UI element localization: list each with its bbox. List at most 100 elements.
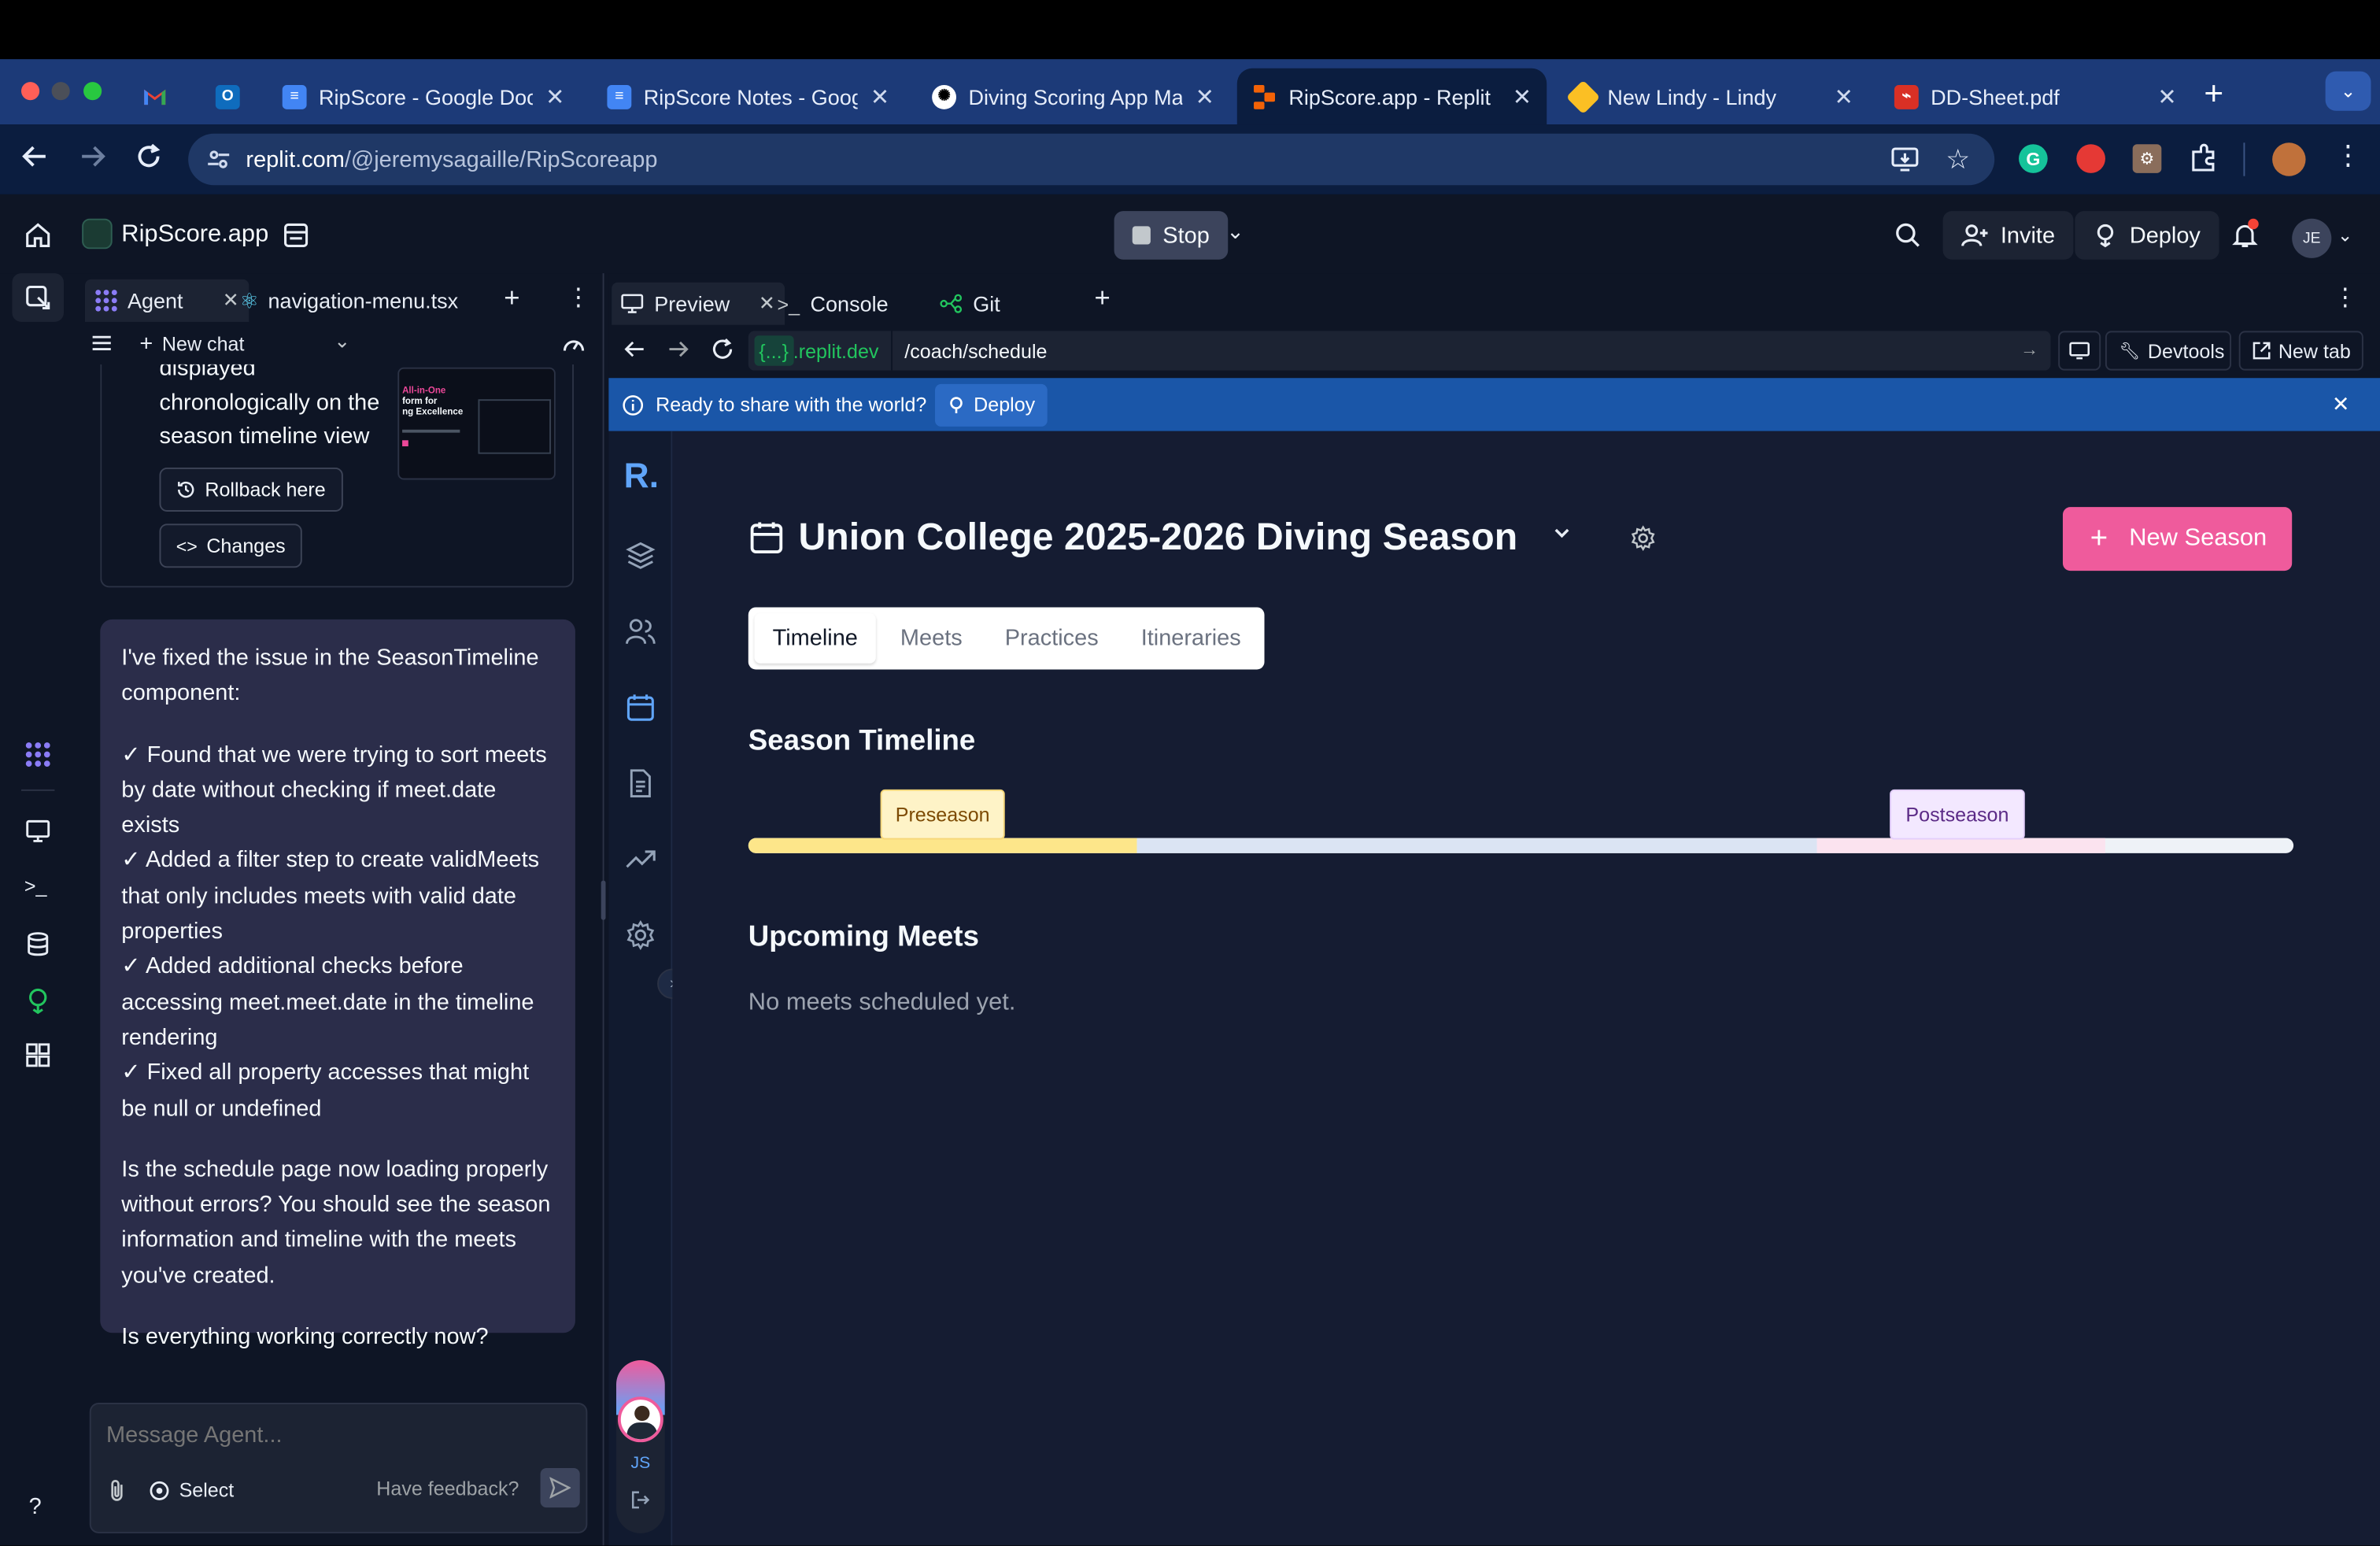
tab-outlook[interactable]: O (203, 68, 252, 124)
team-users-icon[interactable] (626, 616, 656, 647)
grammarly-extension-icon[interactable]: G (2019, 144, 2048, 173)
preview-url-bar[interactable]: {...} .replit.dev /coach/schedule → (748, 331, 2051, 371)
preview-reload-icon[interactable] (711, 337, 735, 361)
rollback-button[interactable]: Rollback here (159, 468, 342, 512)
close-icon[interactable]: ✕ (223, 288, 239, 313)
forward-arrow-icon[interactable] (79, 142, 106, 170)
reload-icon[interactable] (135, 142, 163, 170)
search-icon[interactable] (1894, 222, 1922, 250)
deploy-button[interactable]: Deploy (2075, 211, 2219, 260)
help-icon[interactable]: ? (29, 1494, 42, 1520)
changes-button[interactable]: <> Changes (159, 523, 302, 568)
webview-icon[interactable] (24, 817, 52, 845)
tab-timeline[interactable]: Timeline (754, 613, 877, 664)
window-minimize-button[interactable] (51, 82, 70, 101)
banner-deploy-button[interactable]: Deploy (935, 383, 1048, 426)
tab-dd-sheet[interactable]: ⌁ DD-Sheet.pdf ✕ (1879, 68, 2192, 124)
close-icon[interactable]: ✕ (1196, 83, 1214, 110)
back-arrow-icon[interactable] (21, 142, 49, 170)
season-settings-gear-icon[interactable] (1630, 525, 1656, 552)
database-icon[interactable] (24, 930, 52, 958)
tab-navigation-menu[interactable]: ⚛ navigation-menu.tsx (240, 279, 458, 322)
file-tree-icon[interactable] (283, 222, 310, 250)
trending-up-icon[interactable] (626, 844, 656, 875)
select-element-button[interactable]: Select (149, 1478, 234, 1501)
profile-avatar[interactable] (2272, 142, 2306, 176)
new-season-button[interactable]: + New Season (2062, 507, 2293, 571)
feedback-link[interactable]: Have feedback? (376, 1478, 519, 1500)
device-preview-button[interactable] (2058, 331, 2101, 371)
panel-menu-icon[interactable]: ⋮ (566, 283, 590, 313)
tab-lindy[interactable]: New Lindy - Lindy ✕ (1556, 68, 1868, 124)
close-icon[interactable]: ✕ (545, 83, 564, 110)
preview-back-icon[interactable] (624, 338, 645, 360)
preview-forward-icon[interactable] (668, 338, 689, 360)
account-chevron-icon[interactable]: ⌄ (2338, 224, 2352, 246)
tab-search-button[interactable]: ⌄ (2325, 71, 2371, 111)
add-tab-plus-icon[interactable]: + (504, 283, 519, 315)
layers-icon[interactable] (626, 541, 656, 571)
document-icon[interactable] (626, 768, 656, 799)
tab-ripscore-docs[interactable]: ≡ RipScore - Google Docs ✕ (267, 68, 579, 124)
tab-console[interactable]: >_ Console (777, 283, 888, 325)
panel-resize-handle[interactable] (601, 880, 606, 920)
tab-replit-active[interactable]: RipScore.app - Replit ✕ (1236, 68, 1547, 125)
extension-red-icon[interactable] (2076, 144, 2105, 173)
attach-paperclip-icon[interactable] (106, 1478, 128, 1503)
console-icon[interactable]: >_ (24, 875, 52, 902)
extension-hubspot-icon[interactable]: ⚙ (2132, 144, 2162, 173)
tab-diving-app[interactable]: ✺ Diving Scoring App Mar ✕ (917, 68, 1229, 124)
agent-rail-icon[interactable] (24, 741, 52, 768)
run-options-chevron-icon[interactable]: ⌄ (1226, 219, 1244, 245)
settings-gear-icon[interactable] (626, 920, 656, 951)
screenshot-thumbnail[interactable]: All-in-One form for ng Excellence (397, 367, 556, 480)
tab-itineraries[interactable]: Itineraries (1123, 613, 1259, 664)
invite-button[interactable]: Invite (1942, 211, 2074, 260)
all-tools-grid-icon[interactable] (24, 1041, 52, 1069)
browser-menu-icon[interactable]: ⋮ (2334, 139, 2362, 172)
new-chat-button[interactable]: + New chat (139, 331, 244, 357)
season-select-chevron-icon[interactable] (1551, 522, 1572, 543)
close-icon[interactable]: ✕ (1513, 83, 1532, 110)
calendar-icon[interactable] (626, 692, 656, 723)
new-tab-plus-icon[interactable]: + (2204, 75, 2223, 114)
add-tab-plus-icon[interactable]: + (1095, 283, 1111, 315)
install-app-icon[interactable] (1891, 146, 1919, 173)
window-close-button[interactable] (21, 82, 40, 101)
window-maximize-button[interactable] (83, 82, 102, 101)
project-name[interactable]: RipScore.app (121, 222, 268, 250)
tab-ripscore-notes[interactable]: ≡ RipScore Notes - Google Docs ✕ (592, 68, 904, 124)
bookmark-star-icon[interactable]: ☆ (1946, 144, 1970, 176)
tab-agent[interactable]: Agent ✕ (85, 279, 249, 322)
tab-meets[interactable]: Meets (882, 613, 981, 664)
app-logo[interactable]: R. (624, 456, 659, 497)
agent-tools-icon[interactable] (24, 284, 52, 312)
tab-gmail[interactable] (131, 68, 179, 124)
open-new-tab-button[interactable]: New tab (2238, 331, 2363, 371)
site-info-icon[interactable] (206, 147, 231, 172)
usage-gauge-icon[interactable] (562, 332, 586, 353)
stop-button[interactable]: Stop (1114, 211, 1228, 260)
user-photo-avatar[interactable] (617, 1396, 663, 1443)
tab-git[interactable]: Git (940, 283, 1000, 325)
send-button[interactable] (540, 1467, 580, 1508)
close-banner-icon[interactable]: ✕ (2332, 392, 2350, 418)
chevron-down-icon[interactable]: ⌄ (334, 330, 350, 354)
message-input[interactable] (106, 1416, 562, 1453)
address-bar[interactable]: replit.com/@jeremysagaille/RipScoreapp ☆ (188, 133, 1995, 186)
pane-menu-icon[interactable]: ⋮ (2333, 283, 2357, 313)
user-avatar[interactable]: JE (2292, 218, 2332, 258)
close-icon[interactable]: ✕ (1835, 83, 1853, 110)
close-icon[interactable]: ✕ (759, 291, 775, 316)
deployments-icon[interactable] (24, 987, 52, 1015)
tab-preview[interactable]: Preview ✕ (612, 282, 785, 325)
logout-icon[interactable] (631, 1491, 650, 1509)
go-arrow-icon[interactable]: → (2020, 338, 2038, 360)
close-icon[interactable]: ✕ (870, 83, 889, 110)
home-icon[interactable] (24, 222, 52, 250)
tab-practices[interactable]: Practices (987, 613, 1117, 664)
close-icon[interactable]: ✕ (2157, 83, 2176, 110)
devtools-button[interactable]: 🔧︎ Devtools (2105, 331, 2232, 371)
extensions-puzzle-icon[interactable] (2189, 142, 2219, 173)
chat-history-list-icon[interactable] (91, 332, 113, 353)
